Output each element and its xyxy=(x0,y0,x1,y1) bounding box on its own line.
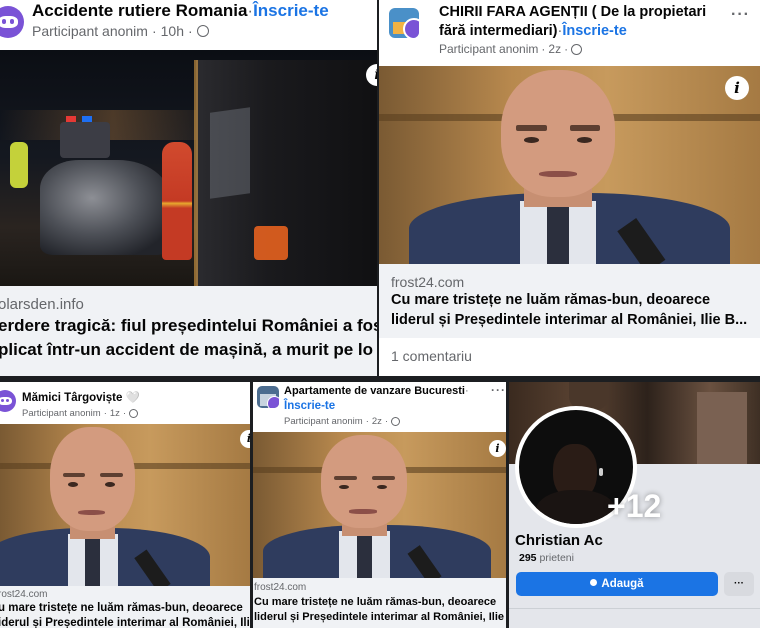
globe-icon xyxy=(129,408,139,418)
join-group-link[interactable]: Înscrie-te xyxy=(562,23,626,39)
author-label: Participant anonim xyxy=(22,407,101,419)
firefighter xyxy=(162,142,192,260)
post-time-link[interactable]: 10h xyxy=(161,23,184,39)
collage-divider-vertical-top xyxy=(377,0,379,378)
post-time-link[interactable]: 2z xyxy=(372,416,382,427)
politician-photo[interactable]: i xyxy=(379,66,760,264)
link-headline-line2: plicat într-un accident de mașină, a mur… xyxy=(0,340,374,359)
link-headline-line2: liderul și Președintele interimar al Rom… xyxy=(391,312,748,328)
author-label: Participant anonim xyxy=(32,23,148,39)
globe-icon xyxy=(391,416,401,426)
link-headline-line1: u mare tristețe ne luăm rămas-bun, deoar… xyxy=(0,602,243,614)
link-headline-line1: Cu mare tristețe ne luăm rămas-bun, deoa… xyxy=(391,292,711,308)
group-avatar-icon[interactable] xyxy=(389,8,419,38)
accident-photo[interactable]: i xyxy=(0,50,377,286)
friends-count: 295 xyxy=(519,552,537,564)
add-friend-button[interactable]: Adaugă xyxy=(516,572,718,596)
group-avatar-icon[interactable] xyxy=(0,390,16,412)
group-name-link[interactable]: Mămici Târgoviște 🤍 xyxy=(22,390,140,404)
collage-divider-vertical-bottom-2 xyxy=(506,376,509,628)
collage-divider-horizontal xyxy=(0,376,760,382)
join-group-link[interactable]: Înscrie-te xyxy=(284,400,335,412)
politician-photo[interactable]: i xyxy=(0,424,250,586)
post-time-link[interactable]: 1z xyxy=(110,408,120,419)
link-preview[interactable]: rost24.com u mare tristețe ne luăm rămas… xyxy=(0,586,250,628)
link-headline-line2: iderul și Președintele interimar al Româ… xyxy=(0,617,250,628)
more-options-icon[interactable]: ··· xyxy=(731,6,750,24)
post-accidente-rutiere: Accidente rutiere Romania · Înscrie-te P… xyxy=(0,0,377,376)
link-headline-line1: Cu mare tristețe ne luăm rămas-bun, deoa… xyxy=(254,596,497,608)
friends-label: prieteni xyxy=(539,552,574,564)
author-label: Participant anonim xyxy=(439,42,539,56)
link-domain: frost24.com xyxy=(391,274,465,290)
profile-name-link[interactable]: Christian Ac xyxy=(515,532,603,549)
overlay-count[interactable]: +12 xyxy=(607,488,661,525)
comments-count-link[interactable]: 1 comentariu xyxy=(391,348,472,364)
globe-icon xyxy=(196,25,209,37)
group-name-line1[interactable]: CHIRII FARA AGENȚII ( De la propietari xyxy=(439,4,706,20)
globe-icon xyxy=(571,43,583,55)
link-headline-line1: erdere tragică: fiul președintelui Român… xyxy=(0,316,377,335)
more-options-icon[interactable]: ··· xyxy=(491,383,506,397)
add-person-icon xyxy=(590,578,598,586)
politician-photo[interactable]: i xyxy=(253,432,506,578)
link-headline-line2: liderul și Președintele interimar al Rom… xyxy=(254,611,504,623)
wrecked-car xyxy=(40,160,170,255)
next-item-peek xyxy=(509,608,760,628)
rescuer-left xyxy=(10,142,28,188)
ambulance-door xyxy=(194,60,377,286)
post-chirii-fara-agentii: CHIRII FARA AGENȚII ( De la propietari f… xyxy=(379,0,760,376)
link-domain: frost24.com xyxy=(254,582,307,593)
group-name-link[interactable]: Apartamente de vanzare Bucuresti xyxy=(284,385,465,397)
post-apartamente-bucuresti: Apartamente de vanzare Bucuresti · Înscr… xyxy=(253,382,506,628)
group-avatar-icon[interactable] xyxy=(0,6,24,38)
collage-divider-vertical-bottom-1 xyxy=(250,376,253,628)
post-time-link[interactable]: 2z xyxy=(548,42,561,56)
profile-suggestion-card: +12 Christian Ac 295 prieteni Adaugă ··· xyxy=(509,382,760,628)
police-car xyxy=(60,116,110,158)
link-preview[interactable]: olarsden.info erdere tragică: fiul preșe… xyxy=(0,286,377,376)
link-domain: olarsden.info xyxy=(0,296,84,313)
group-avatar-icon[interactable] xyxy=(257,386,279,408)
author-label: Participant anonim xyxy=(284,415,363,427)
add-friend-label: Adaugă xyxy=(601,578,644,590)
link-preview[interactable]: frost24.com Cu mare tristețe ne luăm răm… xyxy=(253,578,506,628)
more-options-button[interactable]: ··· xyxy=(724,572,754,596)
info-icon[interactable]: i xyxy=(725,76,749,100)
link-preview[interactable]: frost24.com Cu mare tristețe ne luăm răm… xyxy=(379,264,760,338)
link-domain: rost24.com xyxy=(0,589,48,600)
group-name-line2[interactable]: fără intermediari) xyxy=(439,23,557,39)
info-icon[interactable]: i xyxy=(489,440,506,457)
post-mamici-targoviste: Mămici Târgoviște 🤍 Participant anonim ·… xyxy=(0,382,250,628)
join-group-link[interactable]: Înscrie-te xyxy=(253,1,329,21)
group-name-link[interactable]: Accidente rutiere Romania xyxy=(32,1,247,21)
